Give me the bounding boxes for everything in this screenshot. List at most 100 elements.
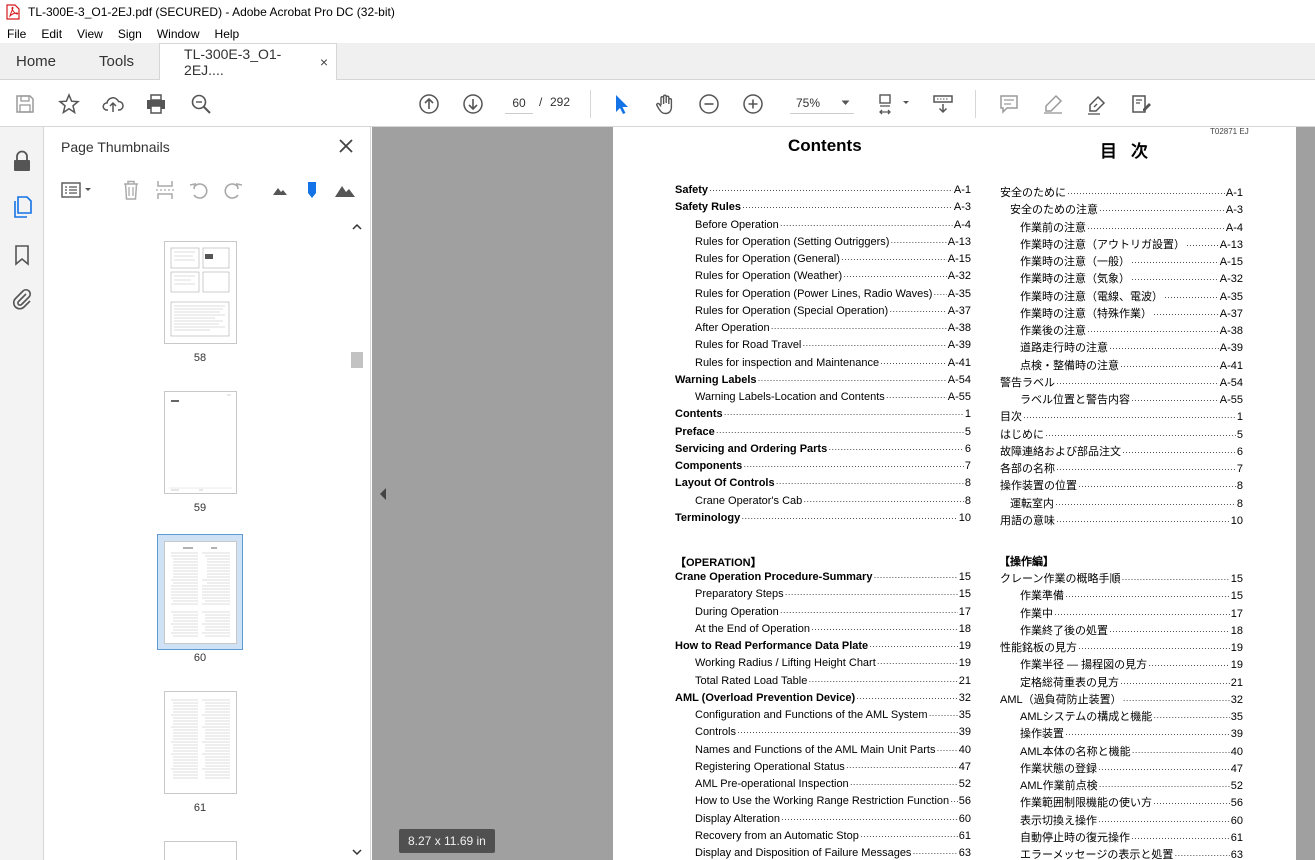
star-bookmark-icon[interactable] <box>56 91 82 117</box>
thumbnail-size-slider-icon[interactable] <box>301 179 323 201</box>
zoom-out-icon[interactable] <box>696 91 722 117</box>
collapse-panel-arrow-icon[interactable] <box>378 487 388 501</box>
toc-leader-dots <box>843 271 947 281</box>
toc-entry-page: 7 <box>964 460 971 472</box>
zoom-level-dropdown[interactable]: 75% <box>790 92 854 114</box>
search-zoom-icon[interactable] <box>188 91 214 117</box>
options-menu-icon[interactable] <box>60 179 96 201</box>
toc-entry-title: 作業準備 <box>1020 590 1064 603</box>
menu-window[interactable]: Window <box>157 27 200 41</box>
toc-entry-jp: 各部の名称 7 <box>1000 460 1243 477</box>
menu-help[interactable]: Help <box>215 27 240 41</box>
bookmark-icon[interactable] <box>10 243 34 267</box>
toc-entry-page: 60 <box>958 812 971 825</box>
toc-entry-en: Safety Rules A-3 <box>675 201 971 218</box>
print-icon[interactable] <box>143 91 169 117</box>
toc-entry-en: During Operation 17 <box>695 606 971 623</box>
toc-entry-jp: 操作装置 39 <box>1020 725 1243 742</box>
menu-sign[interactable]: Sign <box>118 27 142 41</box>
toc-leader-dots <box>880 358 947 368</box>
scroll-mode-icon[interactable] <box>930 91 956 117</box>
rotate-counterclockwise-icon[interactable] <box>188 179 210 201</box>
scroll-up-icon[interactable] <box>350 222 364 232</box>
tab-document[interactable]: TL-300E-3_O1-2EJ.... × <box>159 43 338 80</box>
page-thumbnail-60[interactable] <box>164 541 237 644</box>
page-thumbnail-62[interactable] <box>164 841 237 860</box>
toc-entry-page: A-1 <box>953 184 971 196</box>
menu-edit[interactable]: Edit <box>41 27 62 41</box>
close-tab-icon[interactable]: × <box>320 54 328 70</box>
toc-entry-en: Working Radius / Lifting Height Chart 19 <box>695 657 971 674</box>
attachment-paperclip-icon[interactable] <box>10 287 34 311</box>
hand-tool-icon[interactable] <box>652 91 678 117</box>
comment-icon[interactable] <box>996 91 1022 117</box>
delete-page-icon[interactable] <box>120 179 142 201</box>
thumbnail-size-small-icon[interactable] <box>269 179 291 201</box>
toc-entry-en: Controls 39 <box>695 726 971 743</box>
toc-entry-page: 52 <box>1230 780 1243 792</box>
scrollbar-thumb[interactable] <box>351 352 363 368</box>
page-thumbnails-icon[interactable] <box>10 195 34 219</box>
toc-entry-en: AML (Overload Prevention Device) 32 <box>675 692 971 709</box>
upload-cloud-icon[interactable] <box>100 91 126 117</box>
toc-entry-title: Rules for Operation (Special Operation) <box>695 304 889 317</box>
toc-entry-page: A-39 <box>1219 342 1243 355</box>
toc-entry-en: Components 7 <box>675 460 971 477</box>
page-thumbnail-59[interactable] <box>164 391 237 494</box>
lock-icon[interactable] <box>10 149 34 173</box>
save-icon[interactable] <box>12 91 38 117</box>
toc-leader-dots <box>802 340 946 350</box>
tab-tools[interactable]: Tools <box>84 43 149 79</box>
extract-pages-icon[interactable] <box>154 179 176 201</box>
toc-leader-dots <box>1109 343 1219 353</box>
fill-sign-icon[interactable] <box>1128 91 1154 117</box>
toc-entry-title: 作業時の注意（アウトリガ設置） <box>1020 238 1185 251</box>
toc-entry-jp: 作業後の注意 A-38 <box>1020 322 1243 339</box>
toc-entry-page: 63 <box>958 847 971 859</box>
toc-leader-dots <box>1131 257 1219 267</box>
page-number-input[interactable] <box>505 92 533 114</box>
sign-pen-icon[interactable] <box>1084 91 1110 117</box>
thumbnail-size-large-icon[interactable] <box>334 179 356 201</box>
toc-entry-page: 19 <box>958 657 971 670</box>
tab-home[interactable]: Home <box>0 43 84 79</box>
toc-entry-jp: 安全のための注意 A-3 <box>1010 201 1243 218</box>
toc-entry-page: A-55 <box>947 391 971 403</box>
toc-entry-page: A-32 <box>947 270 971 283</box>
toc-entry-en: Warning Labels-Location and Contents A-55 <box>695 391 971 408</box>
toc-entry-jp: 作業中 17 <box>1020 605 1243 622</box>
toc-entry-jp: 作業時の注意（一般） A-15 <box>1020 253 1243 270</box>
toc-entry-en: Crane Operation Procedure-Summary 15 <box>675 571 971 588</box>
page-thumbnail-58[interactable] <box>164 241 237 344</box>
toc-entry-title: 自動停止時の復元操作 <box>1020 831 1130 844</box>
close-panel-icon[interactable] <box>336 136 356 156</box>
toc-leader-dots <box>841 254 947 264</box>
page-fit-icon[interactable] <box>874 91 914 117</box>
menu-file[interactable]: File <box>7 27 26 41</box>
document-view[interactable]: T02871 EJ Contents 目次 【OPERATION】 【操作編】 … <box>372 127 1315 860</box>
zoom-in-icon[interactable] <box>740 91 766 117</box>
highlight-pen-icon[interactable] <box>1040 91 1066 117</box>
toc-leader-dots <box>737 727 958 737</box>
menu-view[interactable]: View <box>77 27 103 41</box>
toc-entry-page: A-1 <box>1225 187 1243 199</box>
toc-leader-dots <box>1153 309 1219 319</box>
page-thumbnail-61[interactable] <box>164 691 237 794</box>
scroll-down-icon[interactable] <box>350 847 364 857</box>
toc-entry-title: Registering Operational Status <box>695 760 845 773</box>
toc-entry-jp: クレーン作業の概略手順 15 <box>1000 570 1243 587</box>
toc-entry-page: 18 <box>958 622 971 635</box>
toc-entry-page: 47 <box>958 760 971 773</box>
next-page-icon[interactable] <box>460 91 486 117</box>
toc-leader-dots <box>933 289 946 299</box>
toc-leader-dots <box>1078 481 1236 491</box>
toc-leader-dots <box>890 237 946 247</box>
rotate-clockwise-icon[interactable] <box>222 179 244 201</box>
toc-entry-jp: AML作業前点検 52 <box>1020 777 1243 794</box>
toc-entry-jp: 作業準備 15 <box>1020 587 1243 604</box>
thumbnail-scrollbar[interactable] <box>350 222 364 857</box>
previous-page-icon[interactable] <box>416 91 442 117</box>
toc-entry-title: Components <box>675 460 743 472</box>
select-cursor-icon[interactable] <box>608 91 634 117</box>
toc-leader-dots <box>1065 591 1230 601</box>
